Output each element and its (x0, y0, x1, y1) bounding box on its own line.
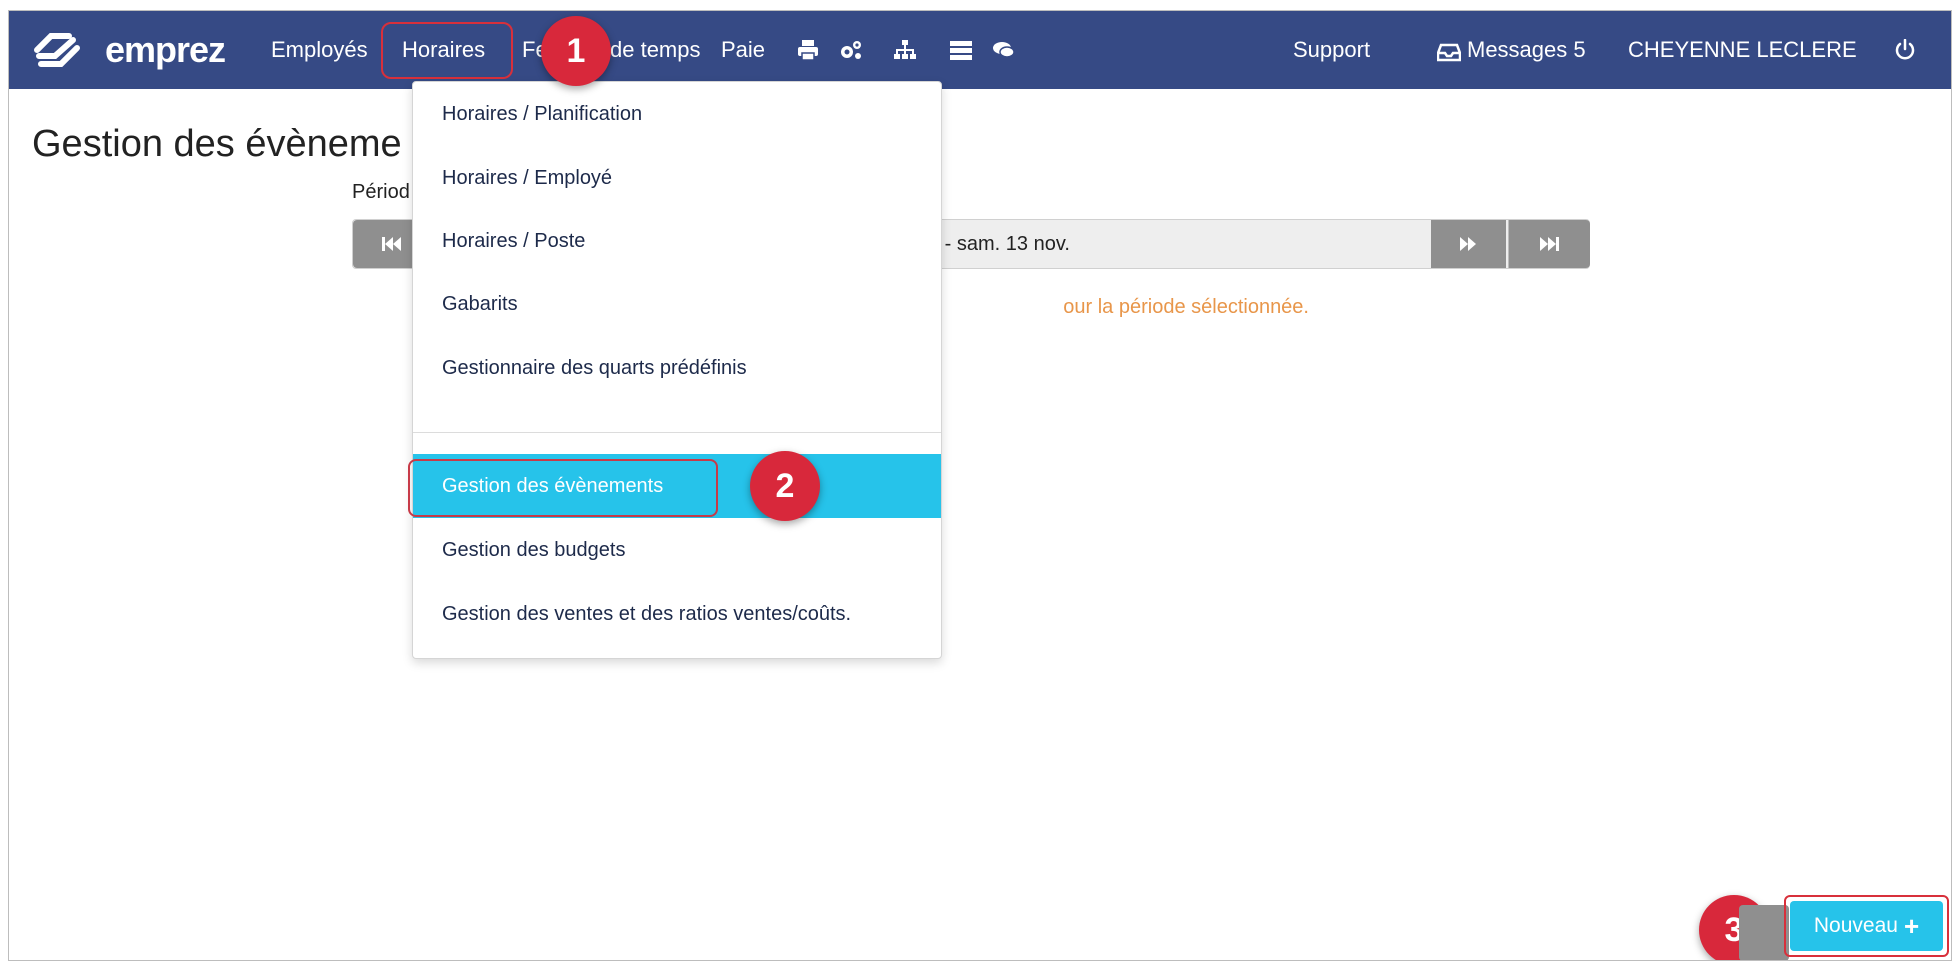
brand-name: emprez (105, 29, 226, 70)
top-navbar: emprez Employés Horaires Fe de temps Pai… (9, 11, 1951, 89)
nav-paie[interactable]: Paie (721, 11, 765, 89)
last-period-button[interactable] (1508, 220, 1590, 268)
step-badge-2: 2 (750, 451, 820, 521)
next-period-button[interactable] (1431, 220, 1506, 268)
step-badge-1: 1 (541, 16, 611, 86)
secondary-action-button[interactable] (1739, 905, 1789, 960)
server-icon[interactable] (949, 39, 973, 61)
nouveau-label: Nouveau (1813, 914, 1898, 937)
period-label: Périod (352, 181, 410, 203)
page-title: Gestion des évèneme (32, 123, 402, 165)
highlight-horaires (381, 22, 513, 79)
nav-feuilles-right[interactable]: de temps (610, 11, 701, 89)
menu-item-horaires-poste[interactable]: Horaires / Poste (413, 209, 941, 273)
menu-item-gestion-budgets[interactable]: Gestion des budgets (413, 518, 941, 582)
emprez-logo-icon (34, 33, 80, 67)
period-range: t. - sam. 13 nov. (928, 233, 1070, 255)
skip-last-icon (1539, 237, 1559, 251)
nav-messages[interactable]: Messages 5 (1467, 11, 1586, 89)
skip-first-icon (381, 237, 401, 251)
plus-icon: + (1903, 911, 1920, 941)
nouveau-button[interactable]: Nouveau + (1790, 901, 1943, 951)
chat-icon[interactable] (992, 39, 1016, 61)
power-icon[interactable] (1893, 39, 1917, 61)
menu-divider (413, 432, 941, 433)
nav-support[interactable]: Support (1293, 11, 1370, 89)
print-icon[interactable] (796, 39, 820, 61)
org-chart-icon[interactable] (893, 39, 917, 61)
brand-logo[interactable]: emprez (29, 25, 226, 75)
nav-employes[interactable]: Employés (271, 11, 368, 89)
menu-item-gabarits[interactable]: Gabarits (413, 272, 941, 336)
nav-user[interactable]: CHEYENNE LECLERE (1628, 11, 1857, 89)
fast-forward-icon (1459, 237, 1476, 251)
inbox-icon (1437, 41, 1461, 63)
menu-item-quarts-predefinis[interactable]: Gestionnaire des quarts prédéfinis (413, 336, 941, 400)
settings-icon[interactable] (839, 39, 863, 61)
highlight-gestion-evenements (408, 459, 718, 517)
menu-item-gestion-ventes[interactable]: Gestion des ventes et des ratios ventes/… (413, 582, 941, 646)
app-window: emprez Employés Horaires Fe de temps Pai… (8, 10, 1952, 961)
menu-item-planification[interactable]: Horaires / Planification (413, 82, 941, 146)
menu-item-horaires-employe[interactable]: Horaires / Employé (413, 146, 941, 210)
horaires-dropdown-menu: Horaires / Planification Horaires / Empl… (408, 81, 942, 659)
